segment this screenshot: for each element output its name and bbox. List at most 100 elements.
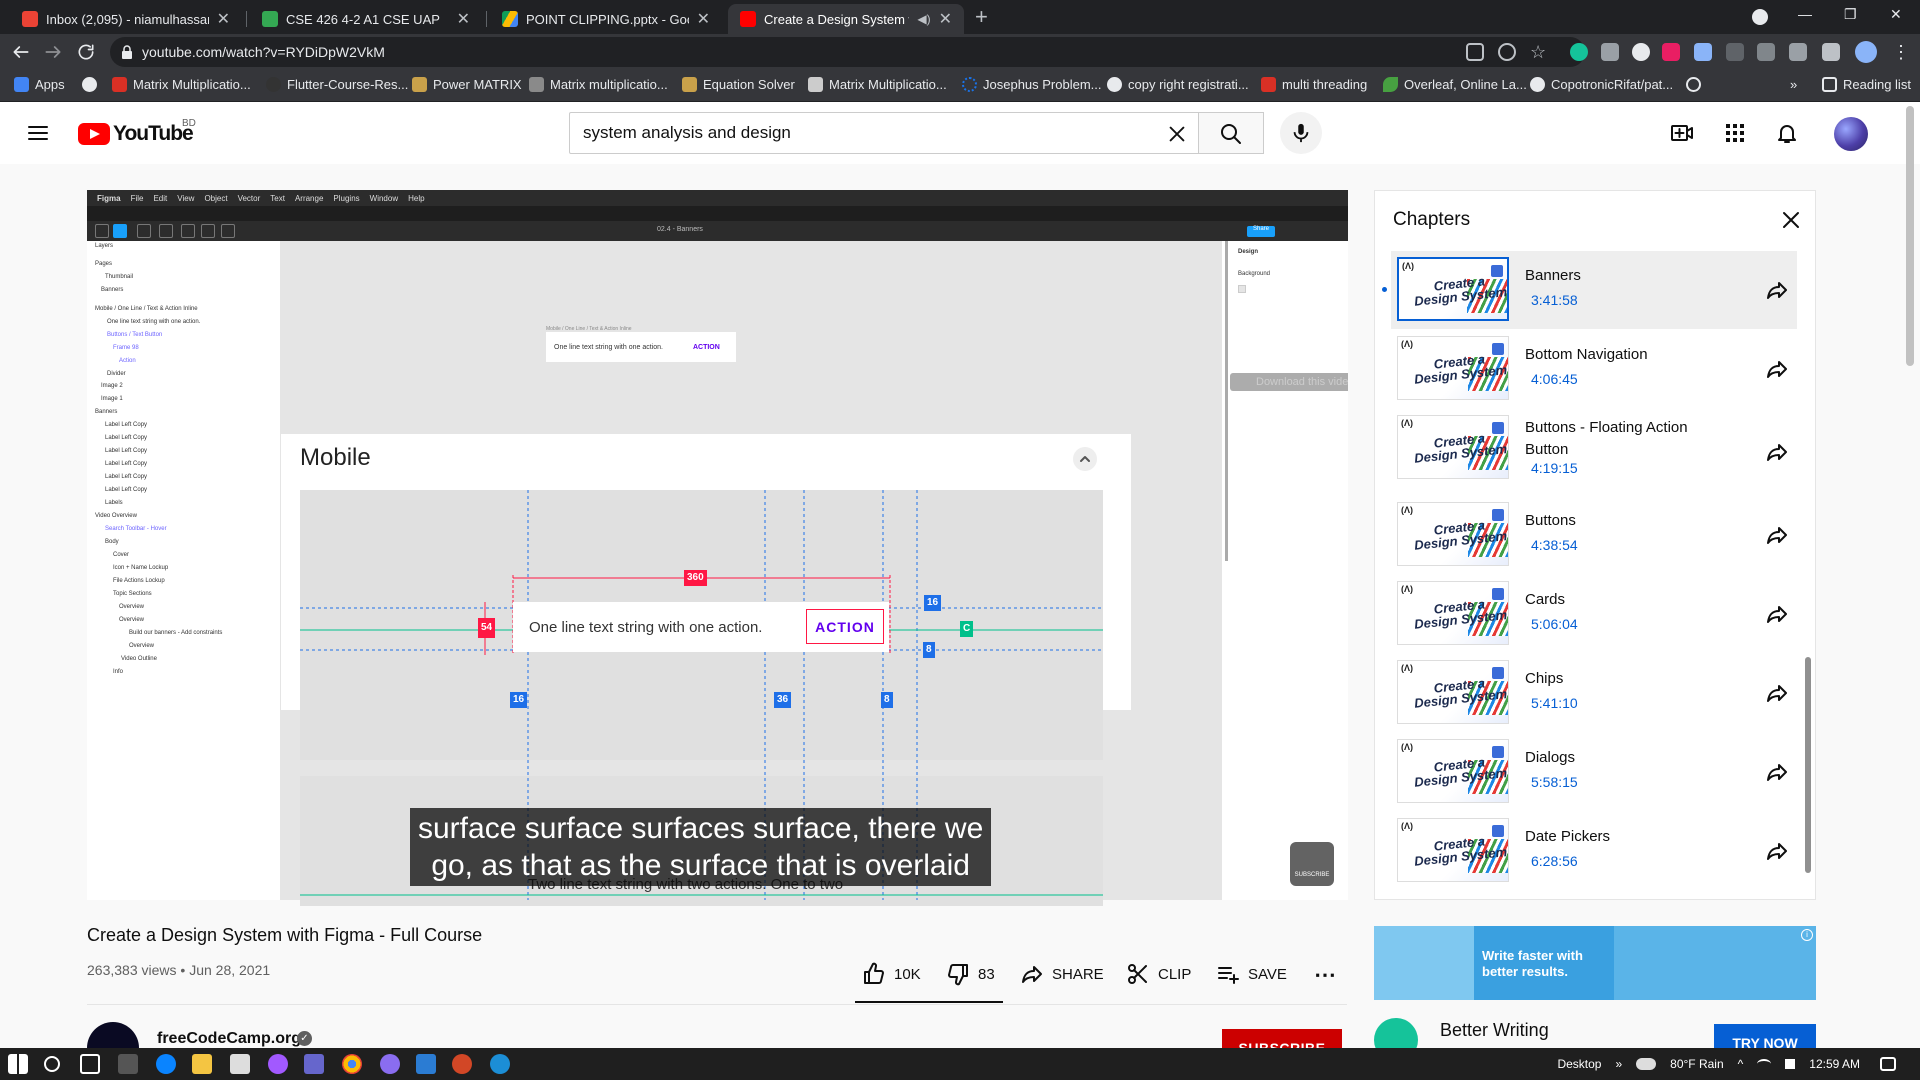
download-extension-icon[interactable]	[1694, 43, 1712, 61]
minimize-button[interactable]: —	[1798, 6, 1812, 22]
close-icon[interactable]	[1779, 208, 1803, 232]
windows-start-icon[interactable]	[8, 1054, 28, 1074]
zoom-icon[interactable]	[1498, 43, 1516, 61]
ad-info-icon[interactable]: i	[1801, 929, 1813, 941]
mail-icon[interactable]	[230, 1054, 250, 1074]
wifi-icon[interactable]	[1757, 1059, 1772, 1069]
more-actions-icon[interactable]: ⋯	[1314, 962, 1336, 988]
chapters-scrollbar[interactable]	[1805, 657, 1811, 873]
mute-tab-icon[interactable]: ◀)	[917, 12, 930, 26]
chrome-icon[interactable]	[342, 1054, 362, 1074]
tab-classroom[interactable]: CSE 426 4-2 A1 CSE UAP ✕	[250, 4, 482, 34]
bookmark-item[interactable]: Power MATRIX	[412, 77, 522, 92]
bookmark-item[interactable]: Matrix Multiplicatio...	[112, 77, 251, 92]
vscode-icon[interactable]	[416, 1054, 436, 1074]
install-icon[interactable]	[1466, 43, 1484, 61]
powerpoint-icon[interactable]	[452, 1054, 472, 1074]
tab-search-icon[interactable]	[1752, 9, 1768, 25]
task-view-icon[interactable]	[80, 1054, 100, 1074]
bookmark-item[interactable]	[1686, 77, 1701, 92]
app-icon[interactable]	[118, 1054, 138, 1074]
search-input[interactable]: system analysis and design	[569, 112, 1199, 154]
chapter-item[interactable]: (Λ) Create a Design System Buttons - Float…	[1391, 409, 1797, 495]
chapter-timestamp[interactable]: 4:38:54	[1531, 537, 1578, 553]
forward-icon[interactable]	[43, 42, 63, 62]
chapter-timestamp[interactable]: 5:06:04	[1531, 616, 1578, 632]
extension-icon[interactable]	[1662, 43, 1680, 61]
reading-list-button[interactable]: Reading list	[1822, 77, 1911, 92]
chapter-timestamp[interactable]: 4:06:45	[1531, 371, 1578, 387]
more-bookmarks-icon[interactable]: »	[1790, 77, 1797, 92]
hamburger-menu-icon[interactable]	[26, 121, 50, 145]
weather-text[interactable]: 80°F Rain	[1670, 1057, 1724, 1071]
volume-icon[interactable]	[1785, 1059, 1796, 1069]
share-arrow-icon[interactable]	[1765, 440, 1789, 464]
clear-search-icon[interactable]	[1166, 123, 1188, 145]
edge-icon[interactable]	[156, 1054, 176, 1074]
tab-gmail[interactable]: Inbox (2,095) - niamulhassan64@ ✕	[10, 4, 242, 34]
ad-title[interactable]: Better Writing	[1440, 1020, 1549, 1041]
chapter-item[interactable]: (Λ) Create a Design System Cards 5:06:04	[1391, 575, 1797, 653]
channel-watermark[interactable]: SUBSCRIBE	[1290, 842, 1334, 886]
download-video-banner[interactable]: Download this video	[1230, 373, 1348, 391]
chapter-item[interactable]: (Λ) Create a Design System Chips 5:41:10	[1391, 654, 1797, 732]
chapter-item[interactable]: (Λ) Create a Design System Dialogs 5:58:15	[1391, 733, 1797, 811]
more-icon[interactable]: »	[1615, 1057, 1622, 1071]
reload-icon[interactable]	[76, 42, 96, 62]
save-button[interactable]: SAVE	[1216, 962, 1287, 986]
close-tab-icon[interactable]: ✕	[457, 9, 470, 29]
extension-icon[interactable]	[1757, 43, 1775, 61]
notifications-bell-icon[interactable]	[1775, 121, 1799, 145]
chapter-timestamp[interactable]: 5:41:10	[1531, 695, 1578, 711]
close-tab-icon[interactable]: ✕	[697, 9, 710, 29]
dislike-button[interactable]: 83	[946, 962, 995, 986]
chapter-item[interactable]: (Λ) Create a Design System Buttons 4:38:54	[1391, 496, 1797, 574]
url-field[interactable]: youtube.com/watch?v=RYDiDpW2VkM	[110, 37, 1585, 67]
chapter-timestamp[interactable]: 4:19:15	[1531, 460, 1578, 476]
share-arrow-icon[interactable]	[1765, 602, 1789, 626]
bookmark-star-icon[interactable]: ☆	[1530, 43, 1548, 61]
close-tab-icon[interactable]: ✕	[939, 9, 952, 29]
profile-avatar[interactable]	[1855, 41, 1877, 63]
close-tab-icon[interactable]: ✕	[217, 9, 230, 29]
ad-banner-image[interactable]: Write faster with better results.	[1374, 926, 1816, 1000]
chapter-item[interactable]: (Λ) Create a Design System Date Pickers 6:2…	[1391, 812, 1797, 890]
share-arrow-icon[interactable]	[1765, 523, 1789, 547]
create-video-icon[interactable]	[1670, 121, 1694, 145]
youtube-logo[interactable]: YouTube BD	[78, 118, 196, 146]
back-icon[interactable]	[11, 42, 31, 62]
apps-grid-icon[interactable]	[1723, 121, 1747, 145]
bookmark-item[interactable]: Equation Solver	[682, 77, 795, 92]
chapter-item[interactable]: (Λ) Create a Design System Banners 3:41:58	[1382, 251, 1797, 329]
screenshot-extension-icon[interactable]	[1601, 43, 1619, 61]
chapter-timestamp[interactable]: 5:58:15	[1531, 774, 1578, 790]
bookmark-item[interactable]: Josephus Problem...	[962, 77, 1102, 92]
like-button[interactable]: 10K	[862, 962, 921, 986]
notifications-icon[interactable]	[1880, 1057, 1896, 1071]
page-scrollbar[interactable]	[1906, 106, 1914, 366]
grammarly-extension-icon[interactable]	[1570, 43, 1588, 61]
search-icon[interactable]	[44, 1056, 60, 1072]
browser-menu-icon[interactable]: ⋮	[1892, 43, 1910, 61]
bookmark-item[interactable]: Matrix Multiplicatio...	[808, 77, 947, 92]
tab-google-drive[interactable]: POINT CLIPPING.pptx - Google D ✕	[490, 4, 722, 34]
file-explorer-icon[interactable]	[192, 1054, 212, 1074]
app-icon[interactable]	[490, 1054, 510, 1074]
desktop-label[interactable]: Desktop	[1557, 1057, 1601, 1071]
bookmark-item[interactable]: multi threading	[1261, 77, 1367, 92]
share-button[interactable]: SHARE	[1020, 962, 1104, 986]
search-button[interactable]	[1198, 112, 1264, 154]
app-icon[interactable]	[380, 1054, 400, 1074]
clock[interactable]: 12:59 AM	[1809, 1057, 1860, 1071]
tray-arrow-icon[interactable]: ^	[1738, 1057, 1744, 1071]
chapter-timestamp[interactable]: 3:41:58	[1531, 292, 1578, 308]
share-arrow-icon[interactable]	[1765, 681, 1789, 705]
restore-button[interactable]: ❐	[1844, 6, 1857, 23]
account-avatar[interactable]	[1834, 117, 1868, 151]
bookmark-item[interactable]: Overleaf, Online La...	[1383, 77, 1527, 92]
app-icon[interactable]	[304, 1054, 324, 1074]
chapter-timestamp[interactable]: 6:28:56	[1531, 853, 1578, 869]
share-arrow-icon[interactable]	[1765, 357, 1789, 381]
share-arrow-icon[interactable]	[1765, 760, 1789, 784]
new-tab-button[interactable]: +	[975, 6, 988, 28]
